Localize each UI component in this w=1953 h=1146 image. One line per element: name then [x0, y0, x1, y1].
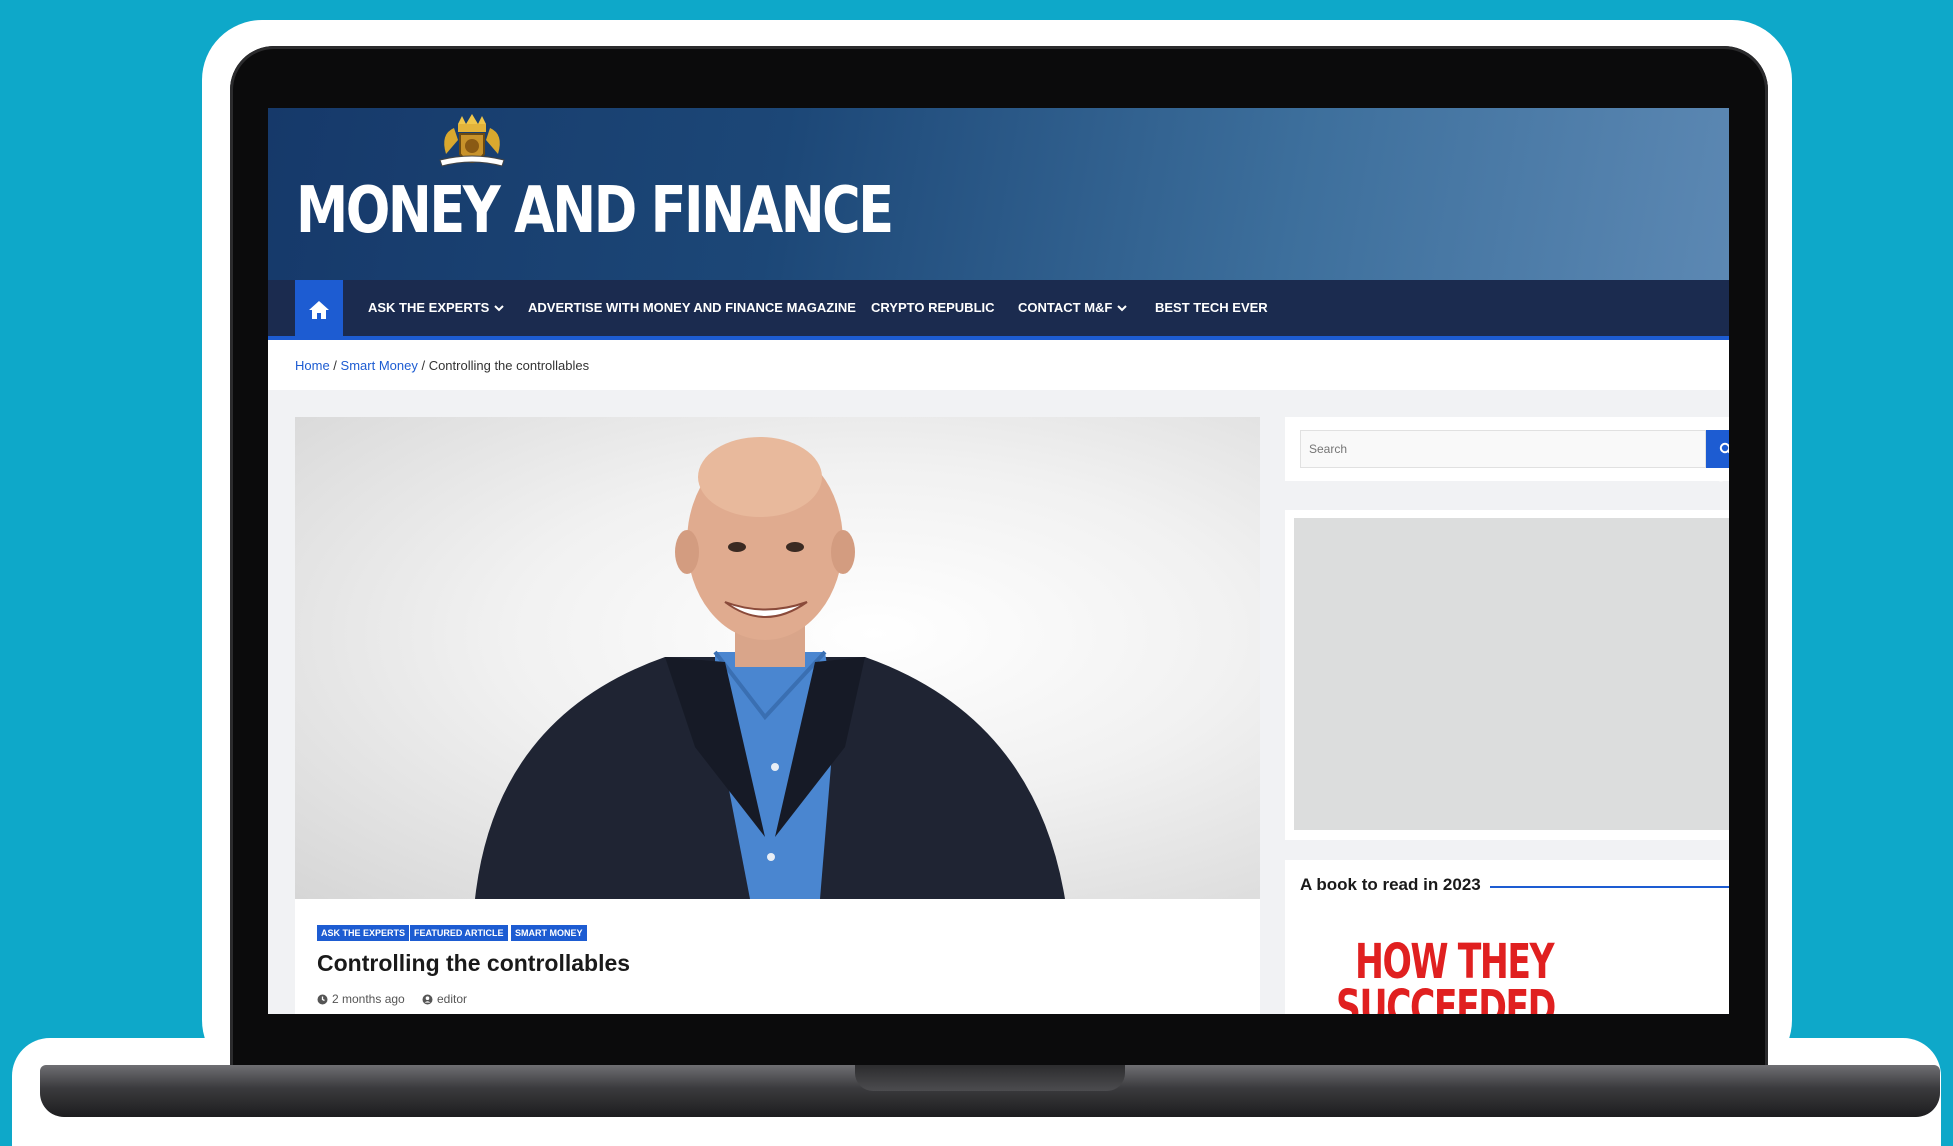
article-featured-image[interactable] — [295, 417, 1260, 899]
user-icon — [422, 994, 433, 1004]
article-author[interactable]: editor — [422, 992, 467, 1006]
nav-item-label: CONTACT M&F — [1018, 300, 1113, 315]
breadcrumb-home-link[interactable]: Home — [295, 358, 330, 373]
tag-ask-the-experts[interactable]: ASK THE EXPERTS — [317, 925, 410, 941]
breadcrumb-current: Controlling the controllables — [428, 358, 590, 373]
article-author-name: editor — [437, 992, 468, 1006]
site-logo[interactable]: MONEY AND FINANCE — [296, 174, 894, 248]
nav-item-best-tech-ever[interactable]: BEST TECH EVER — [1155, 300, 1268, 315]
nav-item-contact[interactable]: CONTACT M&F — [1018, 300, 1128, 315]
nav-item-label: ASK THE EXPERTS — [368, 300, 490, 315]
breadcrumb: Home / Smart Money / Controlling the con… — [268, 340, 1729, 390]
laptop-screen: MONEY AND FINANCE ASK THE EXPERTS ADVERT… — [268, 108, 1729, 1014]
chevron-down-icon — [494, 304, 505, 311]
book-widget-title: A book to read in 2023 — [1300, 875, 1481, 894]
nav-item-crypto-republic[interactable]: CRYPTO REPUBLIC — [871, 300, 995, 315]
nav-item-ask-the-experts[interactable]: ASK THE EXPERTS — [368, 300, 505, 315]
laptop-notch — [855, 1065, 1125, 1091]
breadcrumb-separator: / — [329, 358, 341, 373]
breadcrumb-category-link[interactable]: Smart Money — [341, 358, 418, 373]
breadcrumb-separator: / — [417, 358, 429, 373]
book-cover-line-2[interactable]: SUCCEEDED — [1336, 980, 1556, 1014]
person-photo — [475, 437, 1065, 899]
article-title[interactable]: Controlling the controllables — [317, 950, 630, 977]
nav-home-button[interactable] — [295, 280, 343, 340]
tag-featured-article[interactable]: FEATURED ARTICLE — [410, 925, 508, 941]
search-input[interactable] — [1300, 430, 1706, 468]
nav-item-label: ADVERTISE WITH MONEY AND FINANCE MAGAZIN… — [528, 300, 856, 315]
site-header: MONEY AND FINANCE — [268, 108, 1729, 280]
tag-smart-money[interactable]: SMART MONEY — [511, 925, 587, 941]
nav-item-label: BEST TECH EVER — [1155, 300, 1268, 315]
widget-title-divider — [1490, 886, 1729, 888]
main-navigation: ASK THE EXPERTS ADVERTISE WITH MONEY AND… — [268, 280, 1729, 482]
chevron-down-icon — [1117, 304, 1128, 311]
search-button[interactable] — [1706, 430, 1729, 468]
search-icon — [1719, 442, 1729, 454]
clock-icon — [317, 994, 328, 1004]
article-time: 2 months ago — [317, 992, 405, 1006]
article-time-text: 2 months ago — [332, 992, 405, 1006]
home-icon — [309, 301, 329, 319]
nav-item-advertise[interactable]: ADVERTISE WITH MONEY AND FINANCE MAGAZIN… — [528, 300, 856, 315]
ad-placeholder[interactable] — [1294, 518, 1729, 830]
nav-item-label: CRYPTO REPUBLIC — [871, 300, 995, 315]
